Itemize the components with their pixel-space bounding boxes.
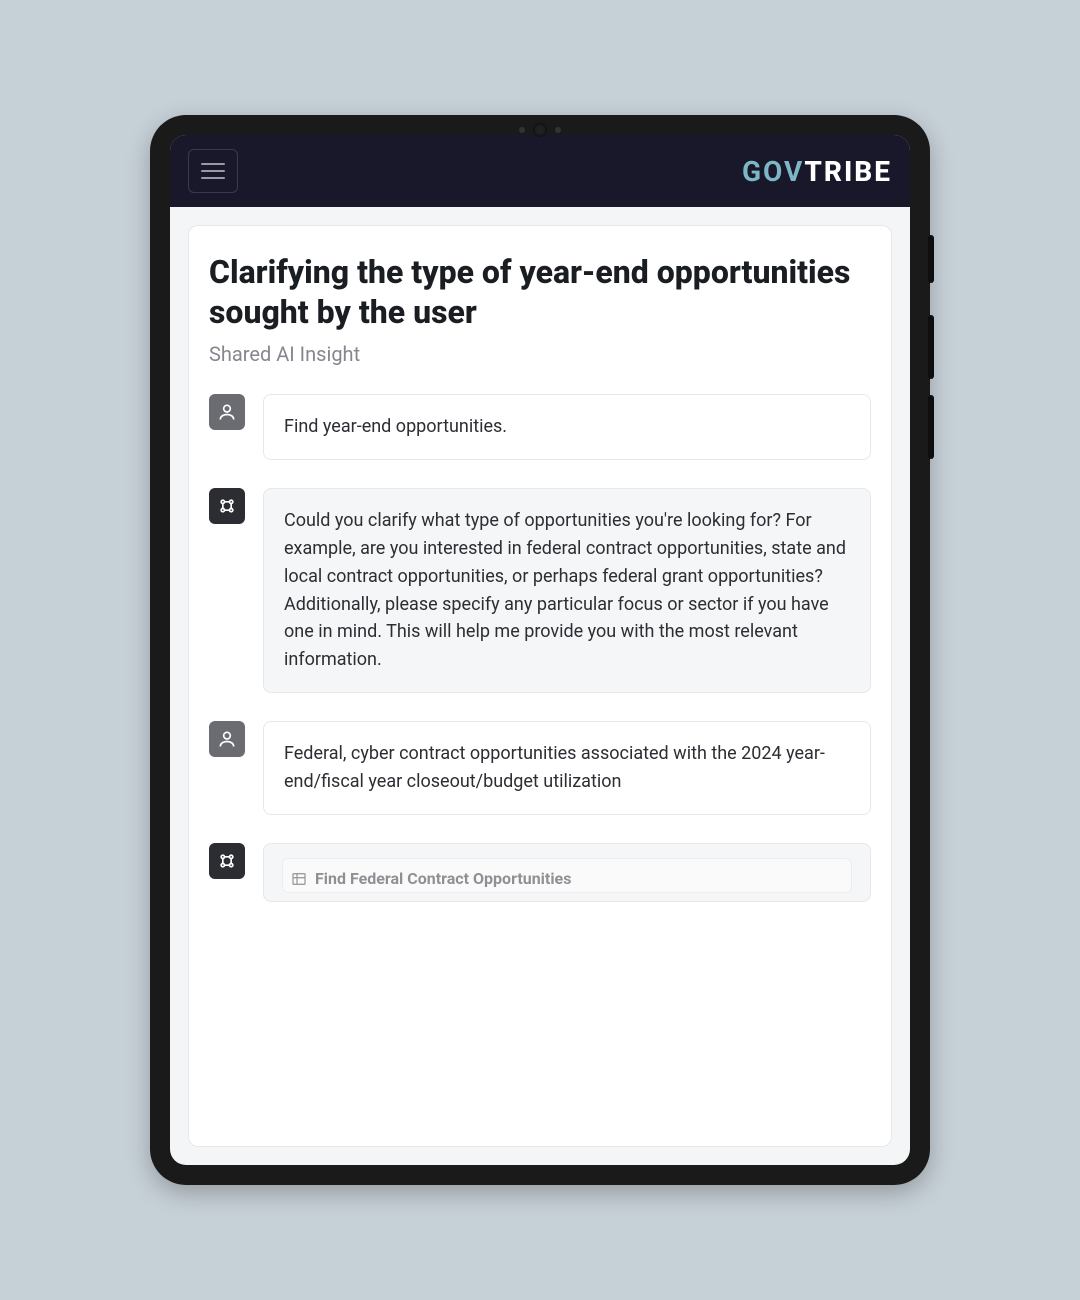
main-content: Clarifying the type of year-end opportun… <box>170 207 910 1165</box>
user-message-bubble: Find year-end opportunities. <box>263 394 871 460</box>
brand-part-1: GOV <box>742 155 804 188</box>
tablet-volume-down <box>928 395 934 459</box>
tablet-camera <box>519 123 561 137</box>
ai-avatar <box>209 488 245 524</box>
ai-icon <box>217 851 237 871</box>
user-avatar <box>209 394 245 430</box>
ai-avatar <box>209 843 245 879</box>
table-icon <box>291 871 307 887</box>
ai-action-label: Find Federal Contract Opportunities <box>315 869 571 888</box>
brand-part-2: TRIBE <box>804 155 892 188</box>
menu-button[interactable] <box>188 149 238 193</box>
ai-action-chip[interactable]: Find Federal Contract Opportunities <box>282 858 852 893</box>
person-icon <box>217 729 237 749</box>
ai-icon <box>217 496 237 516</box>
app-screen: GOVTRIBE Clarifying the type of year-end… <box>170 135 910 1165</box>
page-subtitle: Shared AI Insight <box>209 342 871 366</box>
top-navbar: GOVTRIBE <box>170 135 910 207</box>
insight-card: Clarifying the type of year-end opportun… <box>188 225 892 1147</box>
user-message-bubble: Federal, cyber contract opportunities as… <box>263 721 871 815</box>
brand-logo[interactable]: GOVTRIBE <box>742 155 892 188</box>
message-row-ai: Could you clarify what type of opportuni… <box>209 488 871 693</box>
page-title: Clarifying the type of year-end opportun… <box>209 252 871 332</box>
tablet-power-button <box>928 235 934 283</box>
message-row-user: Federal, cyber contract opportunities as… <box>209 721 871 815</box>
tablet-volume-up <box>928 315 934 379</box>
hamburger-icon <box>201 163 225 165</box>
message-row-user: Find year-end opportunities. <box>209 394 871 460</box>
tablet-device-frame: GOVTRIBE Clarifying the type of year-end… <box>150 115 930 1185</box>
person-icon <box>217 402 237 422</box>
ai-message-bubble: Could you clarify what type of opportuni… <box>263 488 871 693</box>
ai-action-bubble: Find Federal Contract Opportunities <box>263 843 871 902</box>
message-row-ai: Find Federal Contract Opportunities <box>209 843 871 902</box>
user-avatar <box>209 721 245 757</box>
